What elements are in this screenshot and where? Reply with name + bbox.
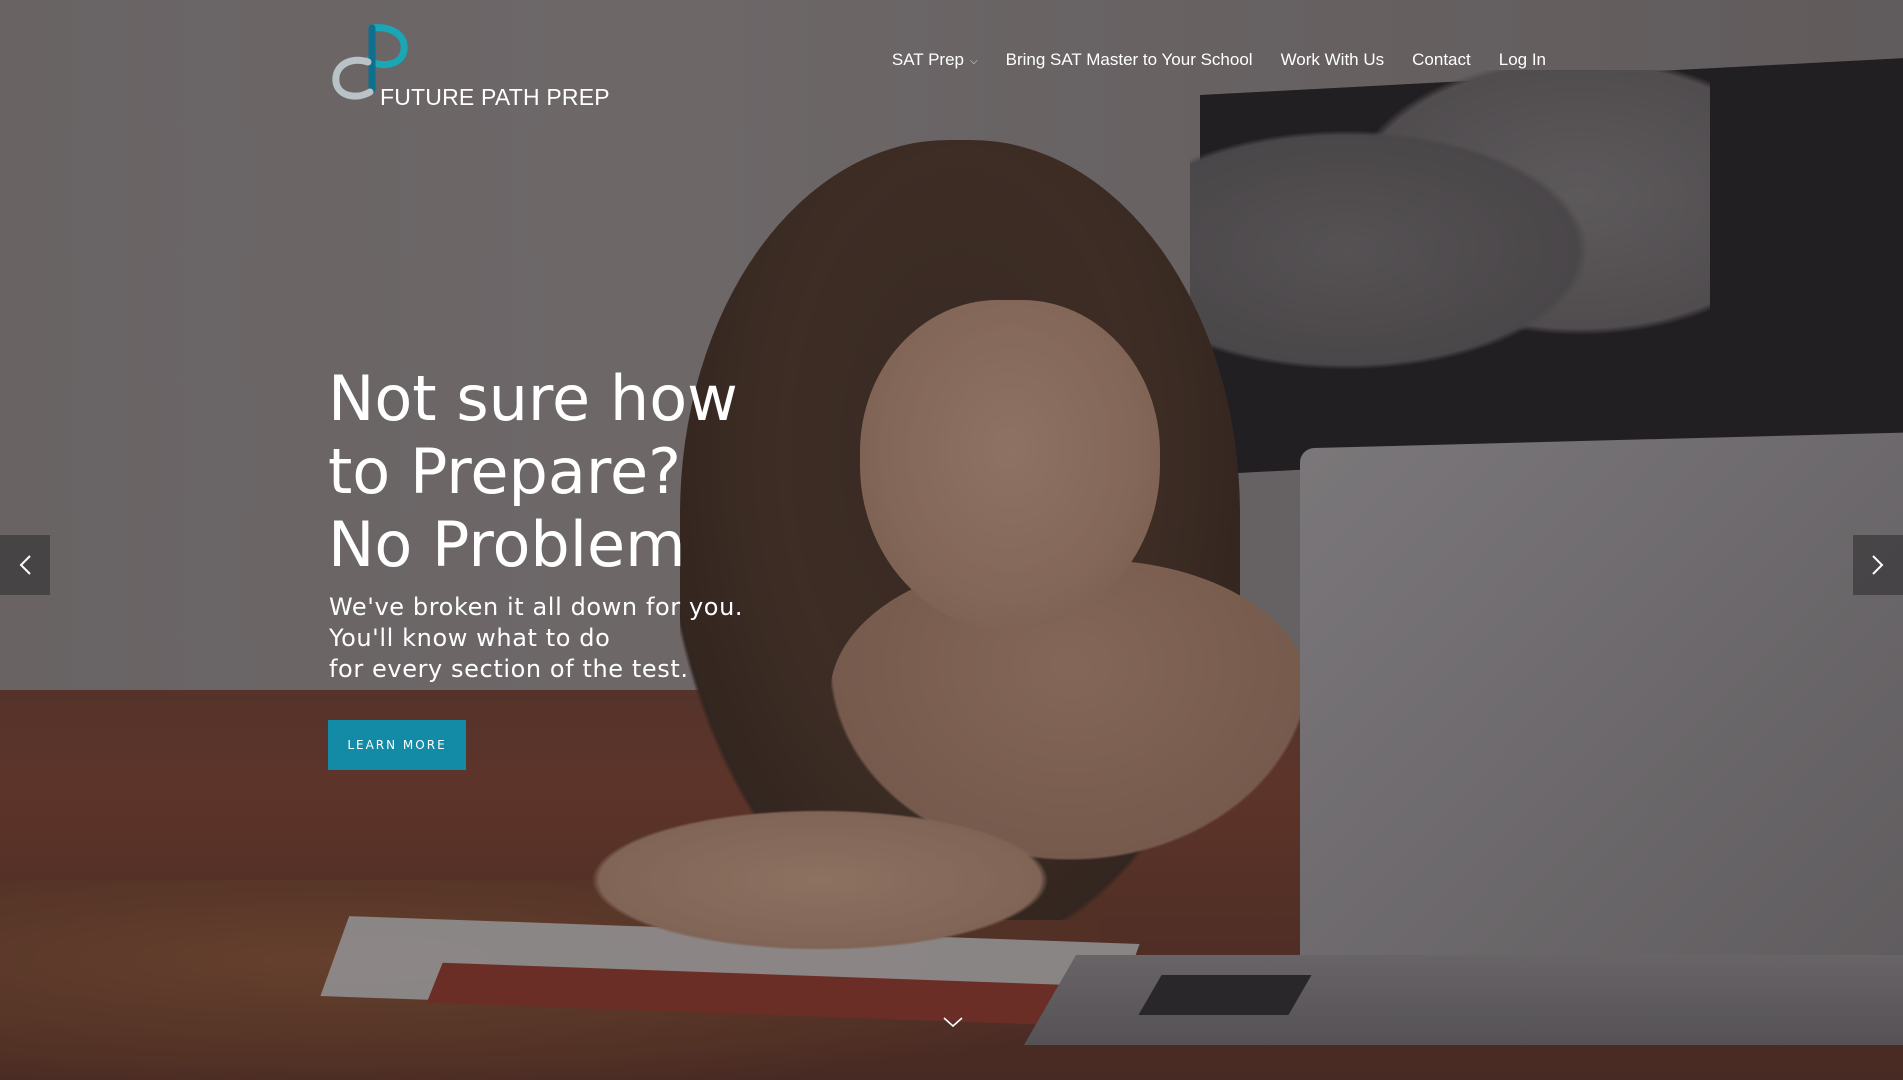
hero-headline: Not sure how to Prepare? No Problem: [328, 362, 928, 581]
main-nav: SAT Prep ⌵ Bring SAT Master to Your Scho…: [892, 50, 1546, 70]
headline-line: to Prepare?: [328, 435, 682, 508]
subtext-line: We've broken it all down for you.: [329, 593, 744, 621]
nav-item-label: Contact: [1412, 50, 1471, 69]
site-logo[interactable]: FUTURE PATH PREP: [328, 20, 610, 110]
headline-line: Not sure how: [328, 362, 738, 435]
subtext-line: You'll know what to do: [329, 624, 611, 652]
chevron-down-icon: [943, 1017, 963, 1028]
nav-item-log-in[interactable]: Log In: [1499, 50, 1546, 70]
hero-slider: FUTURE PATH PREP SAT Prep ⌵ Bring SAT Ma…: [0, 0, 1903, 1080]
chevron-right-icon: [1872, 555, 1884, 575]
nav-item-sat-prep[interactable]: SAT Prep ⌵: [892, 50, 978, 70]
nav-item-label: Log In: [1498, 50, 1546, 69]
scroll-down-button[interactable]: [941, 1010, 965, 1034]
nav-item-label: SAT Prep: [891, 50, 965, 69]
nav-item-label: Bring SAT Master to Your School: [1005, 50, 1253, 69]
slider-next-button[interactable]: [1853, 535, 1903, 595]
dark-overlay: [0, 0, 1903, 1080]
slider-prev-button[interactable]: [0, 535, 50, 595]
headline-line: No Problem: [328, 508, 686, 581]
hero-subtext: We've broken it all down for you. You'll…: [329, 592, 929, 685]
nav-item-bring-sat-master[interactable]: Bring SAT Master to Your School: [1006, 50, 1253, 70]
nav-item-contact[interactable]: Contact: [1412, 50, 1471, 70]
subtext-line: for every section of the test.: [329, 655, 689, 683]
nav-item-label: Work With Us: [1280, 50, 1385, 69]
chevron-down-icon: ⌵: [970, 55, 978, 67]
brand-name: FUTURE PATH PREP: [380, 84, 610, 110]
learn-more-button[interactable]: LEARN MORE: [328, 720, 466, 770]
nav-item-work-with-us[interactable]: Work With Us: [1281, 50, 1385, 70]
chevron-left-icon: [19, 555, 31, 575]
